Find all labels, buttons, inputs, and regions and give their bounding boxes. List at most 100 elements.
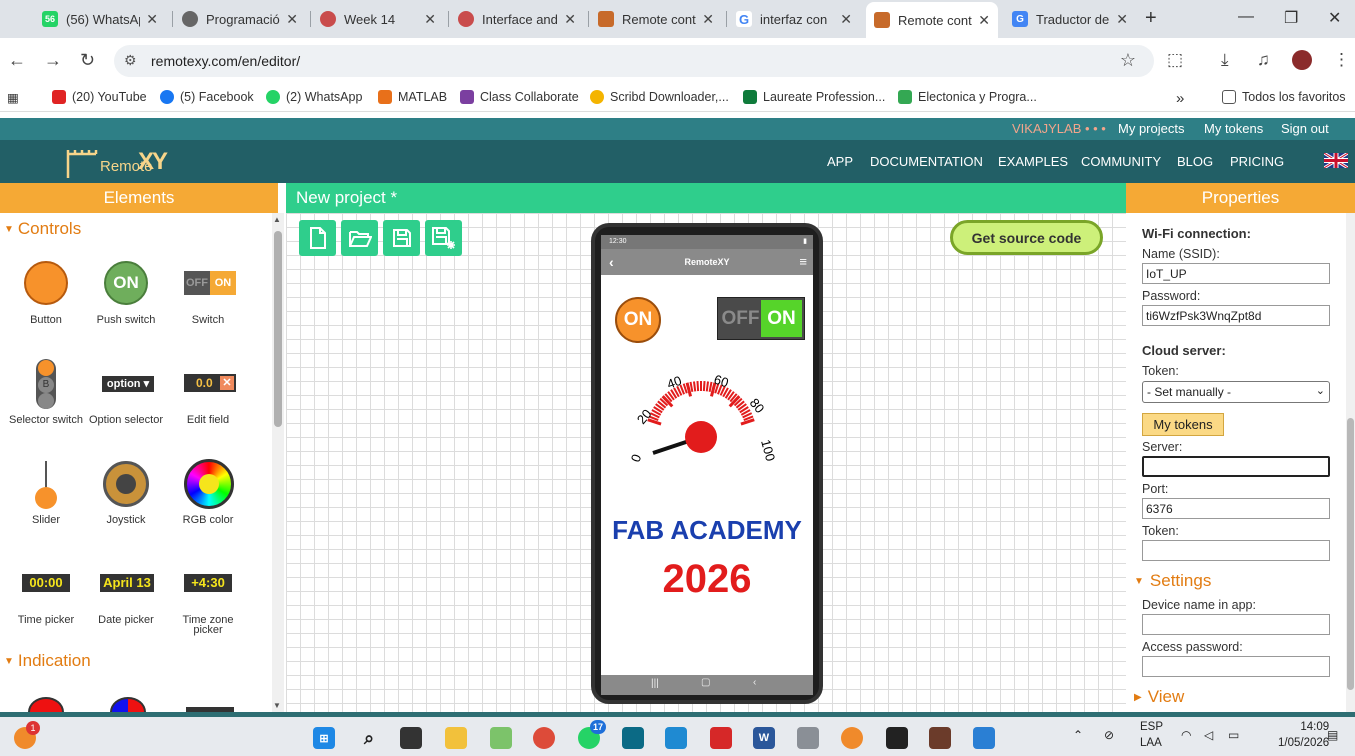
access-password-input[interactable] <box>1142 656 1330 677</box>
address-bar[interactable]: ⚙ remotexy.com/en/editor/ ☆ <box>114 45 1154 77</box>
nav-documentation[interactable]: DOCUMENTATION <box>870 154 983 169</box>
windows-start-icon[interactable]: ⊞ <box>313 727 335 749</box>
window-close-icon[interactable]: ✕ <box>1328 8 1341 28</box>
blender-icon[interactable] <box>841 727 863 749</box>
wifi-icon[interactable]: ◠ <box>1181 728 1191 742</box>
reload-icon[interactable]: ↻ <box>80 50 95 71</box>
bookmark-matlab[interactable]: MATLAB <box>378 90 447 104</box>
close-icon[interactable]: ✕ <box>1110 11 1128 28</box>
forward-icon[interactable]: → <box>44 50 62 71</box>
phone-screen[interactable]: ON OFF ON 0 20 40 60 80 100 FAB ACADEMY … <box>601 275 813 675</box>
profile-avatar[interactable] <box>1292 50 1312 70</box>
app-icon[interactable] <box>622 727 644 749</box>
extensions-icon[interactable]: ⬚ <box>1167 50 1183 70</box>
weather-icon[interactable]: 1 <box>14 721 40 749</box>
bookmark-electronica[interactable]: Electonica y Progra... <box>898 90 1037 104</box>
whatsapp-icon[interactable]: 17 <box>578 720 606 749</box>
menu-icon[interactable]: ⋮ <box>1333 50 1350 70</box>
back-icon[interactable]: ← <box>8 50 26 71</box>
elements-scrollbar[interactable]: ▲ ▼ <box>272 213 284 712</box>
site-info-icon[interactable]: ⚙ <box>124 52 137 69</box>
element-time-zone-picker[interactable]: +4:30 Time zone picker <box>168 559 248 636</box>
nav-blog[interactable]: BLOG <box>1177 154 1213 169</box>
task-view-icon[interactable] <box>400 727 422 749</box>
new-tab-button[interactable]: + <box>1145 7 1157 30</box>
element-date-picker[interactable]: April 13 Date picker <box>86 559 166 626</box>
my-tokens-button[interactable]: My tokens <box>1142 413 1224 436</box>
app-icon[interactable] <box>710 727 732 749</box>
project-title[interactable]: New project * <box>286 183 1126 213</box>
app-icon[interactable] <box>490 727 512 749</box>
get-source-code-button[interactable]: Get source code <box>950 220 1103 255</box>
password-input[interactable] <box>1142 305 1330 326</box>
apps-icon[interactable]: ▦ <box>7 90 19 105</box>
settings-section-toggle[interactable]: ▼ Settings <box>1134 571 1211 591</box>
battery-icon[interactable]: ▭ <box>1228 728 1239 742</box>
nav-examples[interactable]: EXAMPLES <box>998 154 1068 169</box>
browser-tab[interactable]: G interfaz con ✕ <box>728 4 860 34</box>
element-edit-field[interactable]: 0.0 ✕ Edit field <box>168 359 248 426</box>
search-icon[interactable]: ⌕ <box>358 727 380 749</box>
all-favorites-folder[interactable]: Todos los favoritos <box>1222 90 1346 104</box>
editor-canvas[interactable]: Get source code 12:30 ▮ ‹ RemoteXY ≡ ON … <box>286 213 1126 712</box>
restore-icon[interactable]: ❐ <box>1284 8 1298 28</box>
open-project-button[interactable] <box>341 220 378 256</box>
minimize-icon[interactable]: — <box>1238 8 1254 26</box>
close-icon[interactable]: ✕ <box>972 12 990 29</box>
close-icon[interactable]: ✕ <box>834 11 852 28</box>
phone-gauge-widget[interactable]: 0 20 40 60 80 100 <box>625 365 785 475</box>
element-option-selector[interactable]: option ▾ Option selector <box>86 359 166 426</box>
username[interactable]: VIKAJYLAB • • • <box>1012 121 1106 136</box>
scrollbar-thumb[interactable] <box>1347 418 1354 690</box>
token2-input[interactable] <box>1142 540 1330 561</box>
bookmark-facebook[interactable]: (5) Facebook <box>160 90 254 104</box>
media-control-icon[interactable]: ♫ <box>1257 50 1270 70</box>
scroll-up-icon[interactable]: ▲ <box>273 215 281 224</box>
led-element-icon[interactable] <box>28 697 64 712</box>
save-project-button[interactable] <box>383 220 420 256</box>
volume-icon[interactable]: ◁ <box>1204 728 1213 742</box>
nav-pricing[interactable]: PRICING <box>1230 154 1284 169</box>
vscode-icon[interactable] <box>665 727 687 749</box>
nav-community[interactable]: COMMUNITY <box>1081 154 1161 169</box>
word-icon[interactable]: W <box>753 727 775 749</box>
url-text[interactable]: remotexy.com/en/editor/ <box>151 53 300 69</box>
rgb-led-element-icon[interactable] <box>110 697 146 712</box>
browser-tab[interactable]: Programación ✕ <box>174 4 306 34</box>
my-projects-link[interactable]: My projects <box>1118 121 1184 136</box>
ssid-input[interactable] <box>1142 263 1330 284</box>
file-explorer-icon[interactable] <box>445 727 467 749</box>
token-select[interactable]: - Set manually - ⌄ <box>1142 381 1330 403</box>
remotexy-logo[interactable]: Remote XY <box>66 148 168 180</box>
browser-tab[interactable]: Remote cont ✕ <box>590 4 722 34</box>
controls-section-toggle[interactable]: ▼ Controls <box>4 219 81 239</box>
app-icon[interactable] <box>886 727 908 749</box>
device-name-input[interactable] <box>1142 614 1330 635</box>
element-switch[interactable]: OFF ON Switch <box>168 259 248 326</box>
close-icon[interactable]: ✕ <box>140 11 158 28</box>
bookmark-star-icon[interactable]: ☆ <box>1120 50 1136 71</box>
scrollbar-thumb[interactable] <box>274 231 282 427</box>
view-section-toggle[interactable]: ▶ View <box>1134 687 1184 707</box>
photos-icon[interactable] <box>973 727 995 749</box>
bookmark-class-collaborate[interactable]: Class Collaborate <box>460 90 579 104</box>
phone-text-fab-academy[interactable]: FAB ACADEMY <box>601 515 813 546</box>
port-input[interactable] <box>1142 498 1330 519</box>
close-icon[interactable]: ✕ <box>696 11 714 28</box>
browser-tab-active[interactable]: Remote cont ✕ <box>866 2 998 38</box>
new-project-button[interactable] <box>299 220 336 256</box>
element-rgb-color[interactable]: RGB color <box>168 459 248 526</box>
browser-tab[interactable]: 56 (56) WhatsApp ✕ <box>34 4 166 34</box>
element-push-switch[interactable]: ON Push switch <box>86 259 166 326</box>
show-hidden-icons[interactable]: ⌃ <box>1073 728 1083 742</box>
download-icon[interactable]: ⤓ <box>1221 50 1229 70</box>
close-icon[interactable]: ✕ <box>280 11 298 28</box>
sign-out-link[interactable]: Sign out <box>1281 121 1329 136</box>
phone-button-widget[interactable]: ON <box>615 297 661 343</box>
chrome-icon[interactable] <box>533 727 555 749</box>
bookmark-scribd[interactable]: Scribd Downloader,... <box>590 90 729 104</box>
phone-switch-widget[interactable]: OFF ON <box>717 297 805 340</box>
browser-tab[interactable]: Interface and ✕ <box>450 4 584 34</box>
my-tokens-link[interactable]: My tokens <box>1204 121 1263 136</box>
element-slider[interactable]: Slider <box>6 459 86 526</box>
